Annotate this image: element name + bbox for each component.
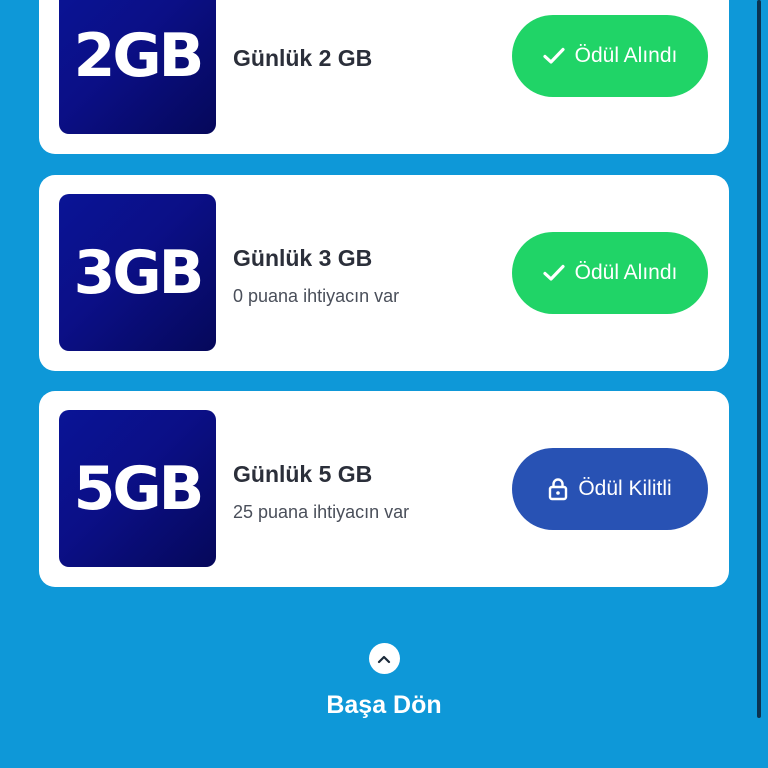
reward-badge-text: 3GB	[73, 237, 205, 308]
reward-badge-text: 2GB	[73, 20, 205, 91]
back-to-top-label: Başa Dön	[326, 691, 442, 719]
reward-claimed-button[interactable]: Ödül Alındı	[512, 232, 708, 314]
reward-badge-image: 3GB	[59, 194, 216, 351]
reward-badge-image: 5GB	[59, 410, 216, 567]
check-icon	[543, 264, 565, 282]
reward-card-5gb: 5GB Günlük 5 GB 25 puana ihtiyacın var Ö…	[39, 391, 729, 587]
reward-button-label: Ödül Alındı	[574, 44, 678, 67]
reward-points-needed: 0 puana ihtiyacın var	[233, 286, 400, 306]
chevron-up-icon[interactable]	[368, 643, 400, 674]
reward-title: Günlük 2 GB	[233, 45, 373, 71]
reward-badge-text: 5GB	[73, 453, 205, 524]
reward-card-2gb: 2GB Günlük 2 GB Ödül Alındı	[39, 0, 729, 154]
reward-claimed-button[interactable]: Ödül Alındı	[512, 15, 708, 97]
reward-button-label: Ödül Kilitli	[578, 477, 672, 500]
reward-card-3gb: 3GB Günlük 3 GB 0 puana ihtiyacın var Öd…	[39, 175, 729, 371]
reward-badge-image: 2GB	[59, 0, 216, 134]
scrollbar[interactable]	[757, 0, 761, 718]
back-to-top-button[interactable]: Başa Dön	[0, 643, 768, 720]
reward-locked-button[interactable]: Ödül Kilitli	[512, 448, 708, 530]
lock-icon	[548, 477, 568, 501]
reward-button-label: Ödül Alındı	[574, 261, 678, 284]
reward-title: Günlük 5 GB	[233, 461, 373, 487]
reward-points-needed: 25 puana ihtiyacın var	[233, 502, 410, 522]
check-icon	[543, 47, 565, 65]
reward-title: Günlük 3 GB	[233, 245, 373, 271]
